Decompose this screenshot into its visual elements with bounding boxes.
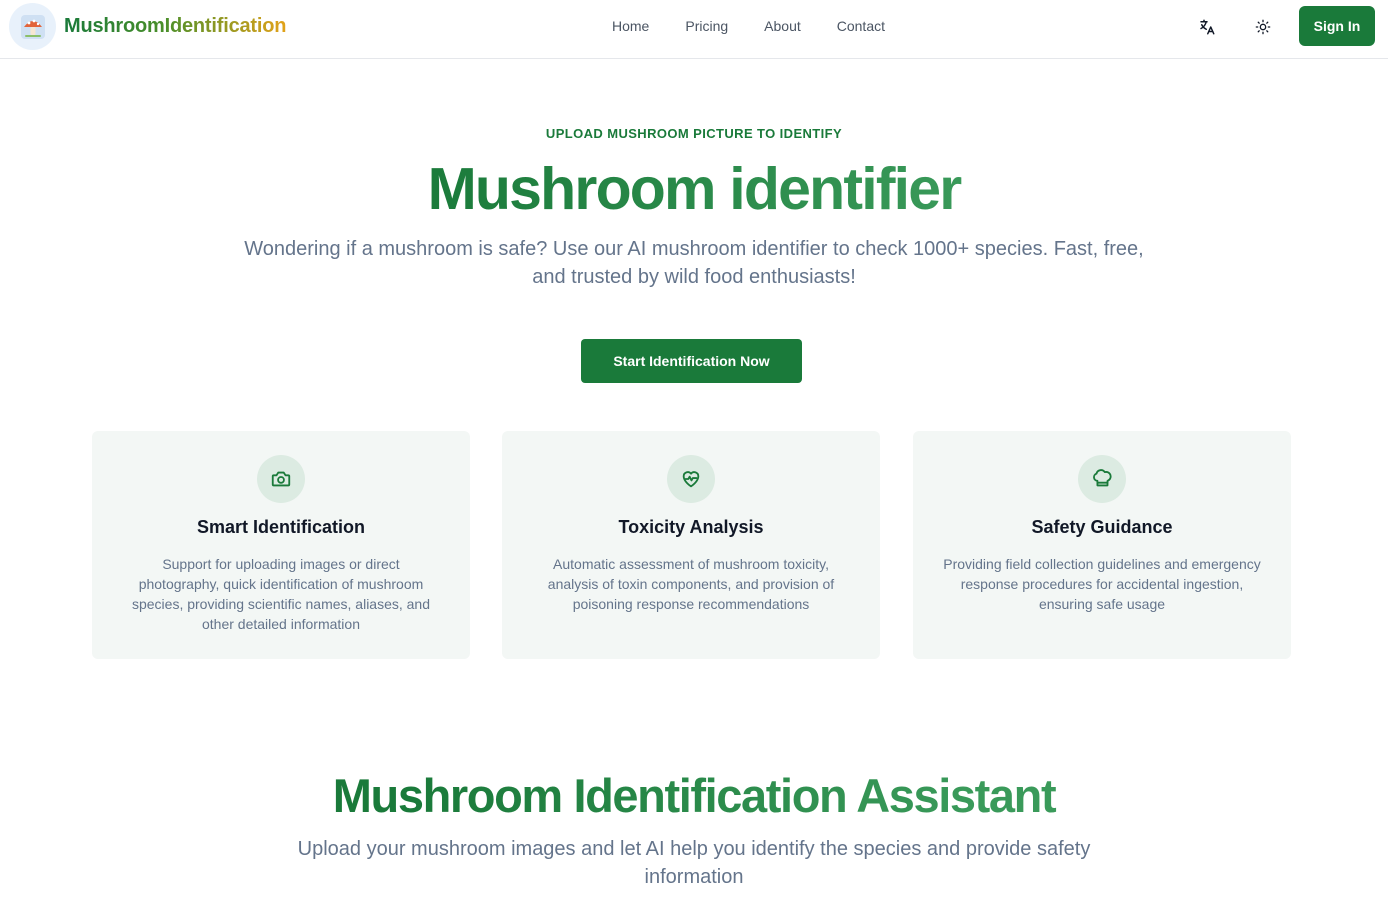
brand-name: MushroomIdentification [64,15,287,37]
feature-title: Smart Identification [196,517,366,537]
brand[interactable]: MushroomIdentification [9,3,286,50]
start-identification-button[interactable]: Start Identification Now [581,339,802,383]
feature-card-safety-guidance: Safety Guidance Providing field collecti… [913,431,1291,659]
hero-title: Mushroom identifier [0,153,1388,225]
hero-subtitle: Wondering if a mushroom is safe? Use our… [244,238,1144,288]
feature-description: Providing field collection guidelines an… [943,556,1261,612]
main-nav: Home Pricing About Contact [606,18,891,34]
mushroom-logo-icon [9,3,56,50]
feature-description: Automatic assessment of mushroom toxicit… [547,556,835,612]
camera-icon [257,455,305,503]
feature-card-smart-identification: Smart Identification Support for uploadi… [92,431,470,659]
top-header: MushroomIdentification Home Pricing Abou… [0,0,1388,59]
feature-card-toxicity-analysis: Toxicity Analysis Automatic assessment o… [502,431,880,659]
chef-hat-icon [1078,455,1126,503]
feature-description: Support for uploading images or direct p… [131,556,431,632]
translate-icon [1198,18,1216,41]
feature-title: Toxicity Analysis [618,517,764,537]
heart-pulse-icon [667,455,715,503]
language-button[interactable] [1191,13,1223,45]
hero-eyebrow: UPLOAD MUSHROOM PICTURE TO IDENTIFY [545,126,843,141]
nav-about[interactable]: About [758,18,807,34]
sun-icon [1255,19,1271,40]
sign-in-button[interactable]: Sign In [1299,6,1375,46]
feature-title: Safety Guidance [1031,517,1173,537]
assistant-subtitle: Upload your mushroom images and let AI h… [297,838,1091,888]
theme-toggle-button[interactable] [1247,13,1279,45]
nav-contact[interactable]: Contact [831,18,891,34]
nav-pricing[interactable]: Pricing [679,18,734,34]
assistant-title: Mushroom Identification Assistant [0,764,1388,828]
nav-home[interactable]: Home [606,18,655,34]
